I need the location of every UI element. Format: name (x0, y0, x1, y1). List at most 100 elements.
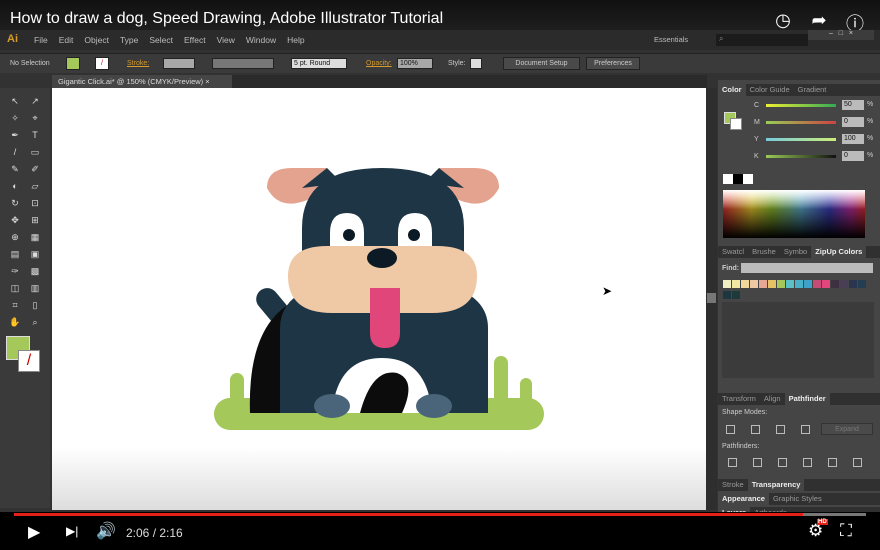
channel-slider[interactable] (766, 155, 836, 158)
color-spectrum[interactable] (723, 190, 865, 238)
stroke-indicator[interactable] (730, 118, 742, 130)
opacity-label[interactable]: Opacity: (366, 60, 392, 67)
channel-value[interactable]: 0 (842, 117, 864, 127)
tool-button[interactable]: ▥ (29, 283, 41, 294)
expand-button[interactable]: Expand (821, 423, 873, 435)
opacity-field[interactable]: 100% (397, 58, 433, 69)
tool-button[interactable]: ▯ (29, 300, 41, 311)
tool-button[interactable]: ⊕ (9, 232, 21, 243)
channel-value[interactable]: 50 (842, 100, 864, 110)
menu-help[interactable]: Help (287, 35, 304, 45)
color-swatch[interactable] (777, 280, 785, 288)
window-controls[interactable]: – □ × (808, 30, 874, 40)
tool-button[interactable]: ↻ (9, 198, 21, 209)
panel-tab[interactable]: ZipUp Colors (811, 246, 867, 258)
channel-slider[interactable] (766, 138, 836, 141)
none-black-white-swatches[interactable] (723, 174, 753, 184)
color-swatch[interactable] (831, 280, 839, 288)
vertical-scrollbar[interactable] (706, 88, 717, 510)
color-swatch[interactable] (741, 280, 749, 288)
color-swatch[interactable] (750, 280, 758, 288)
tool-button[interactable]: ⊡ (29, 198, 41, 209)
panel-tab[interactable]: Graphic Styles (769, 493, 826, 505)
panel-tab[interactable]: Align (760, 393, 785, 405)
color-swatch[interactable] (840, 280, 848, 288)
stroke-label[interactable]: Stroke: (127, 60, 149, 67)
shape-mode-button[interactable] (726, 425, 735, 434)
channel-slider[interactable] (766, 104, 836, 107)
workspace-switcher[interactable]: Essentials (654, 35, 688, 44)
color-swatch[interactable] (723, 280, 731, 288)
stroke-color-box[interactable]: / (18, 350, 40, 372)
pathfinder-button[interactable] (728, 458, 737, 467)
tool-button[interactable]: ▣ (29, 249, 41, 260)
pathfinder-button[interactable] (778, 458, 787, 467)
channel-slider[interactable] (766, 121, 836, 124)
pathfinder-button[interactable] (803, 458, 812, 467)
panel-tab[interactable]: Transparency (747, 479, 805, 491)
panel-tab[interactable]: Appearance (718, 493, 769, 505)
panel-tab[interactable]: Stroke (718, 479, 748, 491)
tool-button[interactable]: ↖ (9, 96, 21, 107)
brush-definition[interactable]: 5 pt. Round (291, 58, 347, 69)
color-swatch[interactable] (813, 280, 821, 288)
tool-button[interactable]: T (29, 130, 41, 141)
panel-tab[interactable]: Swatcl (718, 246, 748, 258)
style-swatch[interactable] (470, 58, 482, 69)
fill-swatch[interactable] (66, 57, 80, 70)
tool-button[interactable]: ⌕ (29, 317, 41, 328)
tool-button[interactable]: ✋ (9, 317, 21, 328)
color-swatch[interactable] (858, 280, 866, 288)
tool-button[interactable]: ↗ (29, 96, 41, 107)
tool-button[interactable]: ◐ (9, 181, 21, 192)
tool-button[interactable]: ▩ (29, 266, 41, 277)
tool-button[interactable]: ✒ (9, 130, 21, 141)
color-swatch[interactable] (768, 280, 776, 288)
tool-button[interactable]: ✥ (9, 215, 21, 226)
volume-icon[interactable]: 🔊 (96, 521, 116, 541)
tool-button[interactable]: ▭ (29, 147, 41, 158)
color-swatch[interactable] (759, 280, 767, 288)
document-setup-button[interactable]: Document Setup (503, 57, 580, 70)
tool-button[interactable]: ⊞ (29, 215, 41, 226)
color-swatch[interactable] (849, 280, 857, 288)
tool-button[interactable]: ⌗ (9, 300, 21, 311)
menu-window[interactable]: Window (246, 35, 276, 45)
tool-button[interactable]: ✧ (9, 113, 21, 124)
preferences-button[interactable]: Preferences (586, 57, 640, 70)
shape-mode-button[interactable] (801, 425, 810, 434)
tool-button[interactable]: / (9, 147, 21, 158)
video-title[interactable]: How to draw a dog, Speed Drawing, Adobe … (10, 10, 443, 28)
tool-button[interactable]: ▱ (29, 181, 41, 192)
tool-button[interactable]: ▤ (9, 249, 21, 260)
shape-mode-button[interactable] (776, 425, 785, 434)
document-tab[interactable]: Gigantic Click.ai* @ 150% (CMYK/Preview)… (52, 75, 232, 88)
share-icon[interactable]: ➦ (808, 10, 830, 31)
variable-width-profile[interactable] (212, 58, 274, 69)
panel-tab[interactable]: Color Guide (746, 84, 794, 96)
next-icon[interactable]: ▶| (66, 524, 78, 538)
search-input[interactable]: ⌕ (716, 34, 808, 46)
shape-mode-button[interactable] (751, 425, 760, 434)
menu-select[interactable]: Select (149, 35, 173, 45)
pathfinder-button[interactable] (753, 458, 762, 467)
color-swatch[interactable] (804, 280, 812, 288)
play-icon[interactable]: ▶ (28, 522, 40, 542)
stroke-swatch[interactable]: / (95, 57, 109, 70)
tool-button[interactable]: ⌖ (29, 113, 41, 124)
panel-tab[interactable]: Color (718, 84, 746, 96)
tool-button[interactable]: ▦ (29, 232, 41, 243)
tool-button[interactable]: ✎ (9, 164, 21, 175)
artboard-canvas[interactable]: ➤ (52, 88, 706, 510)
menu-type[interactable]: Type (120, 35, 138, 45)
video-progress-bar[interactable] (14, 513, 866, 516)
close-tab-icon[interactable]: × (205, 77, 209, 86)
tool-button[interactable]: ◫ (9, 283, 21, 294)
tool-button[interactable]: ✑ (9, 266, 21, 277)
panel-tab[interactable]: Gradient (794, 84, 831, 96)
panel-tab[interactable]: Pathfinder (784, 393, 830, 405)
panel-tab[interactable]: Transform (718, 393, 760, 405)
tool-button[interactable]: ✐ (29, 164, 41, 175)
menu-view[interactable]: View (217, 35, 235, 45)
pathfinder-button[interactable] (853, 458, 862, 467)
